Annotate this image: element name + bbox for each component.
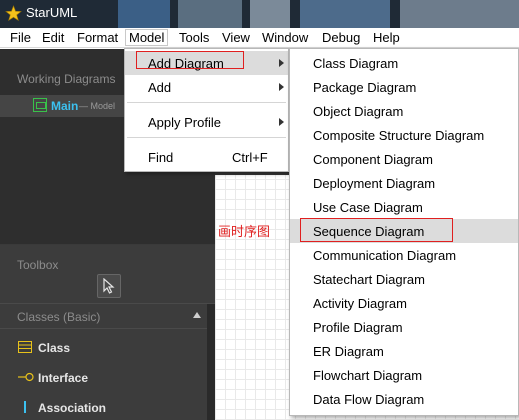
menu-item-package-diagram[interactable]: Package Diagram [290,75,518,99]
menu-item-flowchart-diagram[interactable]: Flowchart Diagram [290,363,518,387]
menu-item-label: Class Diagram [313,56,399,71]
pointer-icon [103,278,115,294]
interface-icon [18,372,34,382]
submenu-arrow-icon [279,59,284,67]
classes-basic-header[interactable]: Classes (Basic) [0,303,215,329]
menu-item-label: Statechart Diagram [313,272,425,287]
menu-item-data-flow-diagram[interactable]: Data Flow Diagram [290,387,518,411]
highlight-box-sequence-diagram [300,218,453,242]
class-diagram-icon [33,98,47,112]
working-diagrams-title: Working Diagrams [17,72,116,86]
menu-item-add[interactable]: Add [125,75,288,99]
menu-separator [127,137,286,138]
menu-separator [127,102,286,103]
tool-class-label: Class [38,341,71,355]
menu-file[interactable]: File [10,30,31,45]
menu-view[interactable]: View [222,30,250,45]
toolbox-scrollbar[interactable] [207,304,215,420]
background-window-strip [178,0,242,28]
submenu-arrow-icon [279,83,284,91]
tool-class[interactable]: Class [0,332,207,362]
tool-association-label: Association [38,401,107,415]
menu-item-use-case-diagram[interactable]: Use Case Diagram [290,195,518,219]
menu-item-profile-diagram[interactable]: Profile Diagram [290,315,518,339]
menu-item-label: Deployment Diagram [313,176,436,191]
menu-item-label: Add [148,80,172,95]
menu-item-label: ER Diagram [313,344,384,359]
menu-debug[interactable]: Debug [322,30,360,45]
background-window-strip [118,0,170,28]
menu-item-label: Package Diagram [313,80,417,95]
menu-item-component-diagram[interactable]: Component Diagram [290,147,518,171]
menu-item-class-diagram[interactable]: Class Diagram [290,51,518,75]
menu-item-label: Communication Diagram [313,248,457,263]
highlight-box-add-diagram [136,51,244,69]
menu-item-communication-diagram[interactable]: Communication Diagram [290,243,518,267]
menu-item-label: Find [148,150,174,165]
menu-item-label: Flowchart Diagram [313,368,423,383]
menu-item-find[interactable]: Find Ctrl+F [125,145,288,169]
background-window-strip [250,0,290,28]
toolbox-title: Toolbox [17,258,59,272]
menu-edit[interactable]: Edit [42,30,64,45]
menu-bar: File Edit Format Model Tools View Window… [0,28,519,48]
background-window-strip [300,0,390,28]
tool-interface-label: Interface [38,371,89,385]
select-tool-button[interactable] [97,274,121,298]
menu-format[interactable]: Format [77,30,118,45]
submenu-arrow-icon [279,118,284,126]
menu-item-shortcut: Ctrl+F [232,150,268,165]
tool-association[interactable]: Association [0,392,207,420]
title-bar: StarUML [0,0,519,28]
menu-window[interactable]: Window [262,30,308,45]
working-diagram-name: Main [51,99,79,113]
annotation-text: 画时序图 [218,225,271,240]
menu-model[interactable]: Model [124,29,169,46]
menu-item-label: Use Case Diagram [313,200,423,215]
working-diagram-owner: — Model [79,101,116,111]
menu-item-label: Data Flow Diagram [313,392,425,407]
tool-interface[interactable]: Interface [0,362,207,392]
menu-item-label: Apply Profile [148,115,221,130]
menu-item-label: Component Diagram [313,152,433,167]
association-icon [24,401,26,413]
menu-item-statechart-diagram[interactable]: Statechart Diagram [290,267,518,291]
menu-item-deployment-diagram[interactable]: Deployment Diagram [290,171,518,195]
background-window-strip [400,0,519,28]
menu-item-activity-diagram[interactable]: Activity Diagram [290,291,518,315]
menu-help[interactable]: Help [373,30,400,45]
menu-item-er-diagram[interactable]: ER Diagram [290,339,518,363]
window-title: StarUML [26,5,78,20]
menu-item-object-diagram[interactable]: Object Diagram [290,99,518,123]
menu-item-composite-structure-diagram[interactable]: Composite Structure Diagram [290,123,518,147]
menu-item-label: Object Diagram [313,104,404,119]
classes-basic-title: Classes (Basic) [17,310,101,324]
menu-item-label: Activity Diagram [313,296,407,311]
collapse-up-icon[interactable] [193,312,201,318]
menu-item-label: Composite Structure Diagram [313,128,485,143]
menu-item-label: Profile Diagram [313,320,403,335]
class-icon [18,341,32,353]
menu-tools[interactable]: Tools [179,30,209,45]
staruml-logo-icon [5,5,22,21]
menu-item-apply-profile[interactable]: Apply Profile [125,110,288,134]
